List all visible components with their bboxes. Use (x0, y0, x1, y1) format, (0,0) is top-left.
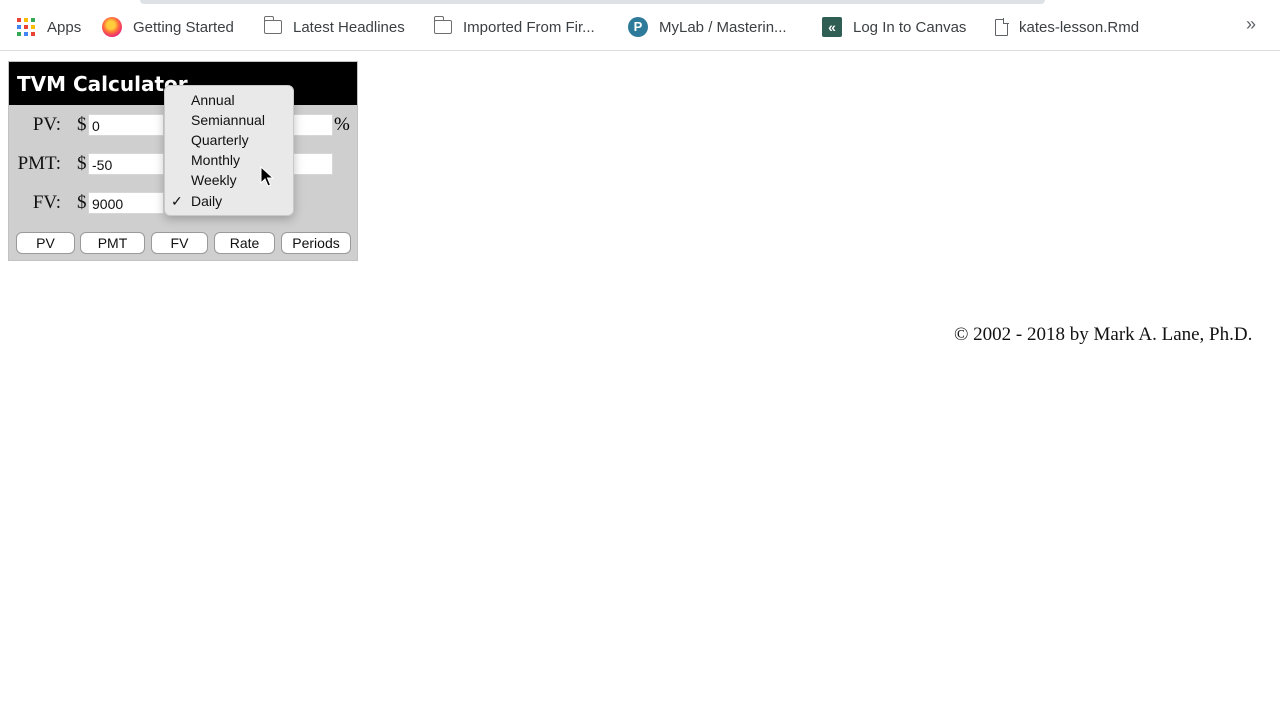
menu-option-weekly[interactable]: Weekly (191, 170, 237, 190)
menu-option-monthly[interactable]: Monthly (191, 150, 240, 170)
tab-strip-edge (140, 0, 1045, 4)
pmt-label: PMT: (17, 153, 61, 174)
bookmark-mylab[interactable]: P MyLab / Masterin... (628, 16, 787, 38)
bookmarks-overflow-icon[interactable]: » (1246, 14, 1256, 35)
canvas-icon: « (822, 17, 842, 37)
pv-input[interactable]: 0 (88, 114, 164, 136)
fv-label: FV: (32, 192, 61, 213)
fv-input[interactable]: 9000 (88, 192, 164, 214)
bookmark-canvas[interactable]: « Log In to Canvas (822, 16, 966, 38)
checkmark-icon: ✓ (171, 193, 183, 209)
pmt-button[interactable]: PMT (80, 232, 145, 254)
pv-label: PV: (32, 114, 61, 135)
fv-button[interactable]: FV (151, 232, 208, 254)
copyright-text: © 2002 - 2018 by Mark A. Lane, Ph.D. (954, 324, 1253, 345)
bookmark-label: MyLab / Masterin... (659, 18, 787, 36)
compounding-dropdown-menu: Annual Semiannual Quarterly Monthly Week… (164, 85, 294, 216)
bookmark-imported-folder[interactable]: Imported From Fir... (433, 16, 595, 38)
pv-button[interactable]: PV (16, 232, 75, 254)
bookmark-label: Imported From Fir... (463, 18, 595, 36)
dollar-sign: $ (77, 114, 87, 135)
bookmarks-bar: Apps Getting Started Latest Headlines Im… (0, 0, 1280, 51)
menu-option-semiannual[interactable]: Semiannual (191, 110, 265, 130)
rate-button[interactable]: Rate (214, 232, 275, 254)
bookmark-label: Getting Started (133, 18, 234, 36)
bookmark-kates-lesson[interactable]: kates-lesson.Rmd (995, 16, 1139, 38)
bookmark-latest-headlines[interactable]: Latest Headlines (263, 16, 405, 38)
bookmark-label: Latest Headlines (293, 18, 405, 36)
folder-icon (263, 16, 282, 34)
dollar-sign: $ (77, 153, 87, 174)
firefox-icon (102, 17, 122, 37)
periods-input[interactable] (289, 153, 333, 175)
apps-grid-icon (16, 17, 36, 37)
menu-option-daily[interactable]: Daily (191, 191, 222, 211)
bookmark-label: Apps (47, 18, 82, 36)
bookmark-apps[interactable]: Apps (16, 16, 81, 38)
document-icon (995, 18, 1009, 36)
bookmark-label: Log In to Canvas (853, 18, 967, 36)
menu-option-annual[interactable]: Annual (191, 90, 235, 110)
percent-sign: % (334, 114, 350, 135)
dollar-sign: $ (77, 192, 87, 213)
folder-icon (433, 16, 452, 34)
periods-button[interactable]: Periods (281, 232, 351, 254)
mouse-cursor-icon (260, 166, 274, 187)
pearson-icon: P (628, 17, 648, 37)
bookmark-label: kates-lesson.Rmd (1019, 18, 1140, 36)
menu-option-quarterly[interactable]: Quarterly (191, 130, 249, 150)
pmt-input[interactable]: -50 (88, 153, 164, 175)
bookmark-getting-started[interactable]: Getting Started (102, 16, 234, 38)
rate-input[interactable] (289, 114, 333, 136)
